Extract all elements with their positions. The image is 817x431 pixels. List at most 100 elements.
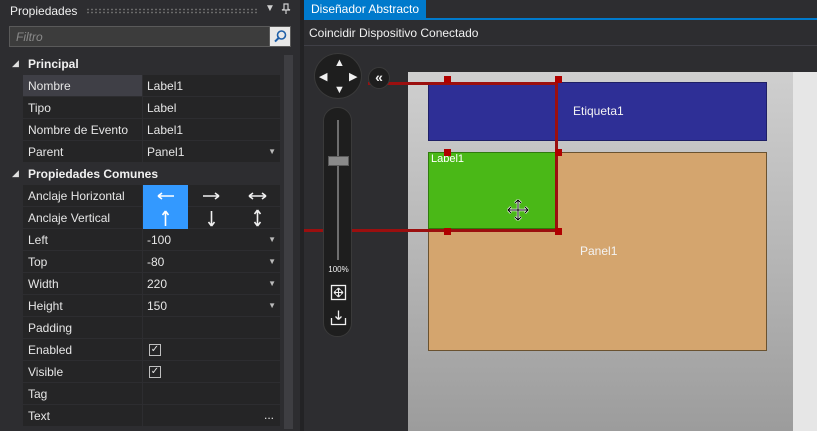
category-label: Principal: [28, 57, 79, 71]
property-name: Text: [23, 405, 142, 427]
pan-left-icon[interactable]: ◀: [319, 70, 327, 83]
visible-checkbox[interactable]: ✓: [149, 366, 161, 378]
property-value: -80: [147, 255, 165, 269]
property-grid: ◢ Principal Nombre Label1 Tipo Label Nom…: [8, 53, 280, 431]
anchor-horizontal-options: [143, 185, 280, 207]
property-name: Width: [23, 273, 142, 295]
property-row-top[interactable]: Top -80 ▼: [8, 251, 280, 273]
pan-navigation-pad[interactable]: ▲ ▼ ◀ ▶: [314, 53, 362, 99]
pan-right-icon[interactable]: ▶: [349, 70, 357, 83]
anchor-top-button[interactable]: [143, 207, 188, 229]
chevron-down-icon[interactable]: ▼: [268, 141, 276, 163]
resize-handle[interactable]: [444, 149, 451, 156]
property-row-parent[interactable]: Parent Panel1 ▼: [8, 141, 280, 163]
property-name: Parent: [23, 141, 142, 163]
view-etiqueta1[interactable]: Etiqueta1: [428, 82, 767, 141]
property-dropdown[interactable]: Panel1 ▼: [143, 141, 280, 163]
drag-grip[interactable]: [86, 8, 258, 14]
property-grid-scrollbar[interactable]: [282, 53, 295, 431]
resize-handle[interactable]: [444, 76, 451, 83]
collapse-triangle-icon[interactable]: ◢: [12, 58, 19, 69]
chevron-down-icon[interactable]: ▼: [268, 229, 276, 251]
resize-handle[interactable]: [444, 228, 451, 235]
tab-disenador-abstracto[interactable]: Diseñador Abstracto: [304, 0, 427, 18]
arrow-right-icon: [203, 192, 220, 200]
category-principal[interactable]: ◢ Principal: [8, 53, 280, 75]
collapse-double-chevron-icon[interactable]: «: [368, 67, 390, 89]
property-row-anclaje-horizontal[interactable]: Anclaje Horizontal: [8, 185, 280, 207]
scrollbar-thumb[interactable]: [284, 55, 293, 429]
property-value[interactable]: [143, 317, 280, 339]
property-row-height[interactable]: Height 150 ▼: [8, 295, 280, 317]
download-icon[interactable]: [330, 309, 347, 326]
search-button[interactable]: [269, 27, 290, 46]
property-name: Anclaje Vertical: [23, 207, 142, 229]
property-value[interactable]: Label1: [143, 75, 280, 97]
property-dropdown[interactable]: -100 ▼: [143, 229, 280, 251]
resize-handle[interactable]: [555, 76, 562, 83]
property-value: 220: [147, 277, 168, 291]
property-row-tipo[interactable]: Tipo Label: [8, 97, 280, 119]
zoom-panel: 100%: [323, 107, 352, 337]
view-label1-selected[interactable]: Label1: [428, 152, 557, 229]
arrow-down-icon: [207, 211, 216, 227]
filter-input[interactable]: [10, 27, 268, 46]
property-name: Nombre de Evento: [23, 119, 142, 141]
property-value: ✓: [143, 339, 280, 361]
properties-title-bar: Propiedades ▼: [0, 0, 300, 22]
anchor-both-horizontal-button[interactable]: [235, 185, 280, 207]
zoom-slider-knob[interactable]: [328, 156, 349, 166]
property-value: 150: [147, 299, 168, 313]
view-label: Etiqueta1: [573, 104, 624, 118]
property-row-tag[interactable]: Tag: [8, 383, 280, 405]
designer-canvas[interactable]: Etiqueta1 Panel1 Label1 ▲ ▼ ◀ ▶ « 100%: [304, 47, 817, 431]
property-row-visible[interactable]: Visible ✓: [8, 361, 280, 383]
fit-screen-icon[interactable]: [330, 284, 347, 301]
property-value: Label: [143, 97, 280, 119]
zoom-slider-track[interactable]: [337, 120, 339, 260]
property-value: -100: [147, 233, 172, 247]
property-value[interactable]: ...: [143, 405, 280, 427]
anchor-left-button[interactable]: [143, 185, 188, 207]
property-row-nombre[interactable]: Nombre Label1: [8, 75, 280, 97]
enabled-checkbox[interactable]: ✓: [149, 344, 161, 356]
pan-up-icon[interactable]: ▲: [334, 57, 345, 69]
resize-handle[interactable]: [555, 228, 562, 235]
property-value[interactable]: [143, 383, 280, 405]
property-row-width[interactable]: Width 220 ▼: [8, 273, 280, 295]
category-comunes[interactable]: ◢ Propiedades Comunes: [8, 163, 280, 185]
property-row-left[interactable]: Left -100 ▼: [8, 229, 280, 251]
property-row-padding[interactable]: Padding: [8, 317, 280, 339]
property-row-anclaje-vertical[interactable]: Anclaje Vertical: [8, 207, 280, 229]
chevron-down-icon[interactable]: ▼: [268, 273, 276, 295]
chevron-down-icon[interactable]: ▼: [268, 295, 276, 317]
property-name: Tipo: [23, 97, 142, 119]
ellipsis-button[interactable]: ...: [264, 405, 274, 425]
property-dropdown[interactable]: 150 ▼: [143, 295, 280, 317]
filter-box[interactable]: [9, 26, 291, 47]
property-row-text[interactable]: Text ...: [8, 405, 280, 427]
arrow-vertical-both-icon: [253, 209, 262, 227]
chevron-down-icon[interactable]: ▼: [268, 251, 276, 273]
property-value[interactable]: Label1: [143, 119, 280, 141]
search-icon: [274, 30, 287, 43]
anchor-vertical-options: [143, 207, 280, 229]
property-row-enabled[interactable]: Enabled ✓: [8, 339, 280, 361]
anchor-bottom-button[interactable]: [189, 207, 234, 229]
property-name: Top: [23, 251, 142, 273]
anchor-right-button[interactable]: [189, 185, 234, 207]
property-name: Tag: [23, 383, 142, 405]
properties-title: Propiedades: [10, 4, 78, 18]
anchor-both-vertical-button[interactable]: [235, 207, 280, 229]
property-name: Visible: [23, 361, 142, 383]
property-dropdown[interactable]: -80 ▼: [143, 251, 280, 273]
pan-down-icon[interactable]: ▼: [334, 84, 345, 96]
property-dropdown[interactable]: 220 ▼: [143, 273, 280, 295]
resize-handle[interactable]: [555, 149, 562, 156]
property-row-evento[interactable]: Nombre de Evento Label1: [8, 119, 280, 141]
dropdown-icon[interactable]: ▼: [265, 3, 275, 14]
pin-icon[interactable]: [281, 3, 291, 18]
category-label: Propiedades Comunes: [28, 167, 159, 181]
collapse-triangle-icon[interactable]: ◢: [12, 168, 19, 179]
match-device-option[interactable]: Coincidir Dispositivo Conectado: [309, 26, 478, 40]
